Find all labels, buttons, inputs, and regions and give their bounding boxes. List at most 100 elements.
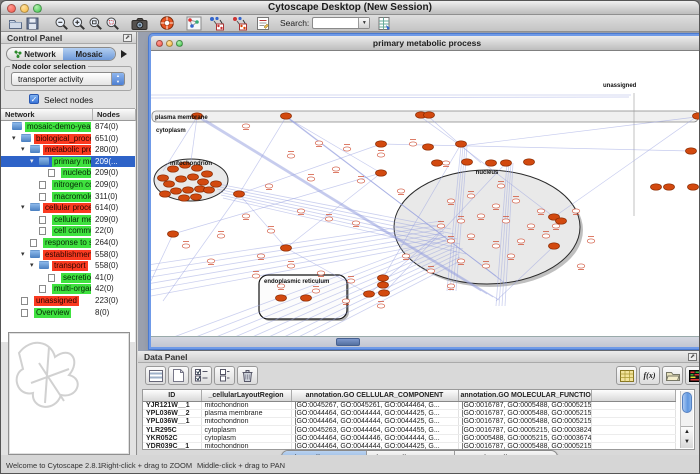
help-button[interactable]	[158, 15, 175, 31]
tree-row[interactable]: unassigned223(0)	[1, 295, 135, 307]
float-data-panel-icon[interactable]: ⬈	[688, 353, 697, 361]
tab-mosaic[interactable]: Mosaic	[63, 48, 115, 60]
table-column-header[interactable]: ID	[143, 390, 201, 401]
table-cell[interactable]: plasma membrane	[201, 409, 291, 417]
expander-icon[interactable]: ▾	[30, 260, 34, 271]
tree-row[interactable]: macromolecule311(0)	[1, 191, 135, 203]
snapshot-button[interactable]	[131, 15, 148, 31]
table-cell[interactable]	[591, 401, 675, 409]
tree-row[interactable]: cell communicat22(0)	[1, 225, 135, 237]
table-row[interactable]: YJR121W__1mitochondrion[GO:0045267, GO:0…	[143, 401, 675, 409]
tab-network[interactable]: Network	[7, 48, 63, 60]
select-all-rows-button[interactable]	[191, 366, 212, 385]
tree-row[interactable]: ▾primary metabo209(...	[1, 156, 135, 168]
network-canvas[interactable]: plasma membranecytoplasmmitochondrionnuc…	[151, 51, 700, 336]
annotations-button[interactable]	[254, 15, 271, 31]
expander-icon[interactable]: ▾	[21, 144, 25, 155]
save-table-button[interactable]	[616, 366, 637, 385]
table-row[interactable]: YDR039C__1mitochondrion[GO:0044464, GO:0…	[143, 442, 675, 450]
import-attributes-button[interactable]	[662, 366, 683, 385]
table-vertical-scrollbar[interactable]: ▲▼	[680, 391, 693, 448]
tree-row[interactable]: secretion41(0)	[1, 272, 135, 284]
tree-row[interactable]: nitrogen compo209(0)	[1, 179, 135, 191]
table-cell[interactable]: YJR121W__1	[143, 401, 201, 409]
zoom-in-button[interactable]	[70, 15, 87, 31]
tree-column-nodes[interactable]: Nodes	[93, 109, 136, 121]
table-cell[interactable]: [GO:0045267, GO:0045261, GO:0044464, G..…	[291, 401, 458, 409]
save-session-button[interactable]	[24, 15, 41, 31]
tree-row[interactable]: Overview8(0)	[1, 307, 135, 319]
table-column-header[interactable]: annotation.GO MOLECULAR_FUNCTION	[458, 390, 591, 401]
unselect-rows-button[interactable]	[214, 366, 235, 385]
tree-column-network[interactable]: Network	[1, 109, 93, 121]
table-cell[interactable]: YPL036W__1	[143, 418, 201, 426]
zoom-out-button[interactable]	[53, 15, 70, 31]
import-network-alt-button[interactable]	[231, 15, 248, 31]
table-row[interactable]: YLR295Ccytoplasm[GO:0045263, GO:0044464,…	[143, 426, 675, 434]
table-cell[interactable]	[591, 426, 675, 434]
tree-row[interactable]: response to stimulu264(0)	[1, 237, 135, 249]
tab-scroll-right-icon[interactable]	[121, 50, 127, 58]
table-row[interactable]: YPL036W__2plasma membrane[GO:0044464, GO…	[143, 409, 675, 417]
tree-row[interactable]: nucleobase-209(0)	[1, 167, 135, 179]
create-attribute-button[interactable]	[168, 366, 189, 385]
network-overview-button[interactable]	[185, 15, 202, 31]
dropdown-stepper-icon[interactable]: ▲▼	[111, 73, 124, 85]
delete-attribute-button[interactable]	[237, 366, 258, 385]
table-cell[interactable]: [GO:0016787, GO:0005215, GO:0003824, G..…	[458, 426, 591, 434]
canvas-horizontal-scrollbar[interactable]	[151, 336, 700, 347]
table-cell[interactable]: cytoplasm	[201, 426, 291, 434]
import-network-button[interactable]	[208, 15, 225, 31]
table-cell[interactable]: mitochondrion	[201, 401, 291, 409]
table-cell[interactable]: cytoplasm	[201, 434, 291, 442]
select-attributes-button[interactable]	[145, 366, 166, 385]
table-cell[interactable]: [GO:0005488, GO:0005215, GO:0003674]	[458, 434, 591, 442]
table-cell[interactable]: [GO:0045263, GO:0044464, GO:0044455, G..…	[291, 426, 458, 434]
canvas-scrollbar-thumb[interactable]	[336, 338, 360, 346]
table-cell[interactable]: [GO:0044464, GO:0044446, GO:0044444, G..…	[291, 434, 458, 442]
table-cell[interactable]: [GO:0044464, GO:0044444, GO:0044425, G..…	[291, 442, 458, 450]
table-cell[interactable]: [GO:0016787, GO:0005488, GO:0005215, G..…	[458, 401, 591, 409]
table-cell[interactable]: [GO:0016787, GO:0005488, GO:0005215, G..…	[458, 442, 591, 450]
table-scrollbar-thumb[interactable]	[682, 392, 692, 413]
search-input[interactable]: ▼	[312, 17, 370, 29]
table-cell[interactable]: [GO:0044464, GO:0044444, GO:0044425, G..…	[291, 409, 458, 417]
table-cell[interactable]	[591, 434, 675, 442]
open-session-button[interactable]	[7, 15, 24, 31]
tree-row[interactable]: ▾biological_process651(0)	[1, 133, 135, 145]
table-column-header[interactable]: _cellularLayoutRegion	[201, 390, 291, 401]
table-cell[interactable]: YPL036W__2	[143, 409, 201, 417]
tree-row[interactable]: ▾establishment of lo558(0)	[1, 249, 135, 261]
table-cell[interactable]: mitochondrion	[201, 442, 291, 450]
expander-icon[interactable]: ▾	[30, 156, 34, 167]
tree-row[interactable]: ▾metabolic process280(0)	[1, 144, 135, 156]
function-builder-button[interactable]: f(x)	[639, 366, 660, 385]
table-row[interactable]: YKR052Ccytoplasm[GO:0044464, GO:0044446,…	[143, 434, 675, 442]
zoom-fit-button[interactable]	[87, 15, 104, 31]
tree-row[interactable]: cellular metabo209(0)	[1, 214, 135, 226]
table-cell[interactable]: YDR039C__1	[143, 442, 201, 450]
table-scrollbar-arrows[interactable]: ▲▼	[681, 426, 693, 448]
tree-row[interactable]: ▾cellular process614(0)	[1, 202, 135, 214]
expander-icon[interactable]: ▾	[12, 133, 16, 144]
import-table-button[interactable]	[376, 15, 393, 31]
table-cell[interactable]: [GO:0016787, GO:0005488, GO:0005215, G..…	[458, 418, 591, 426]
table-cell[interactable]: [GO:0016787, GO:0005488, GO:0005215, G..…	[458, 409, 591, 417]
tree-row[interactable]: ▾transport558(0)	[1, 260, 135, 272]
tree-row[interactable]: mosaic-demo-yeast874(0)	[1, 121, 135, 133]
network-window-titlebar[interactable]: primary metabolic process	[151, 36, 700, 51]
expander-icon[interactable]: ▾	[21, 202, 25, 213]
float-panel-icon[interactable]: ⬈	[123, 34, 132, 42]
table-cell[interactable]	[591, 409, 675, 417]
table-cell[interactable]	[591, 442, 675, 450]
table-row[interactable]: YPL036W__1mitochondrion[GO:0044464, GO:0…	[143, 418, 675, 426]
table-cell[interactable]	[591, 418, 675, 426]
table-cell[interactable]: [GO:0044464, GO:0044444, GO:0044425, G..…	[291, 418, 458, 426]
birds-eye-view[interactable]	[8, 332, 130, 455]
table-cell[interactable]: mitochondrion	[201, 418, 291, 426]
zoom-selected-region-button[interactable]	[104, 15, 121, 31]
expander-icon[interactable]: ▾	[21, 249, 25, 260]
window-titlebar[interactable]: Cytoscape Desktop (New Session)	[1, 1, 699, 15]
table-cell[interactable]: YLR295C	[143, 426, 201, 434]
search-dropdown-arrow[interactable]: ▼	[358, 18, 369, 28]
